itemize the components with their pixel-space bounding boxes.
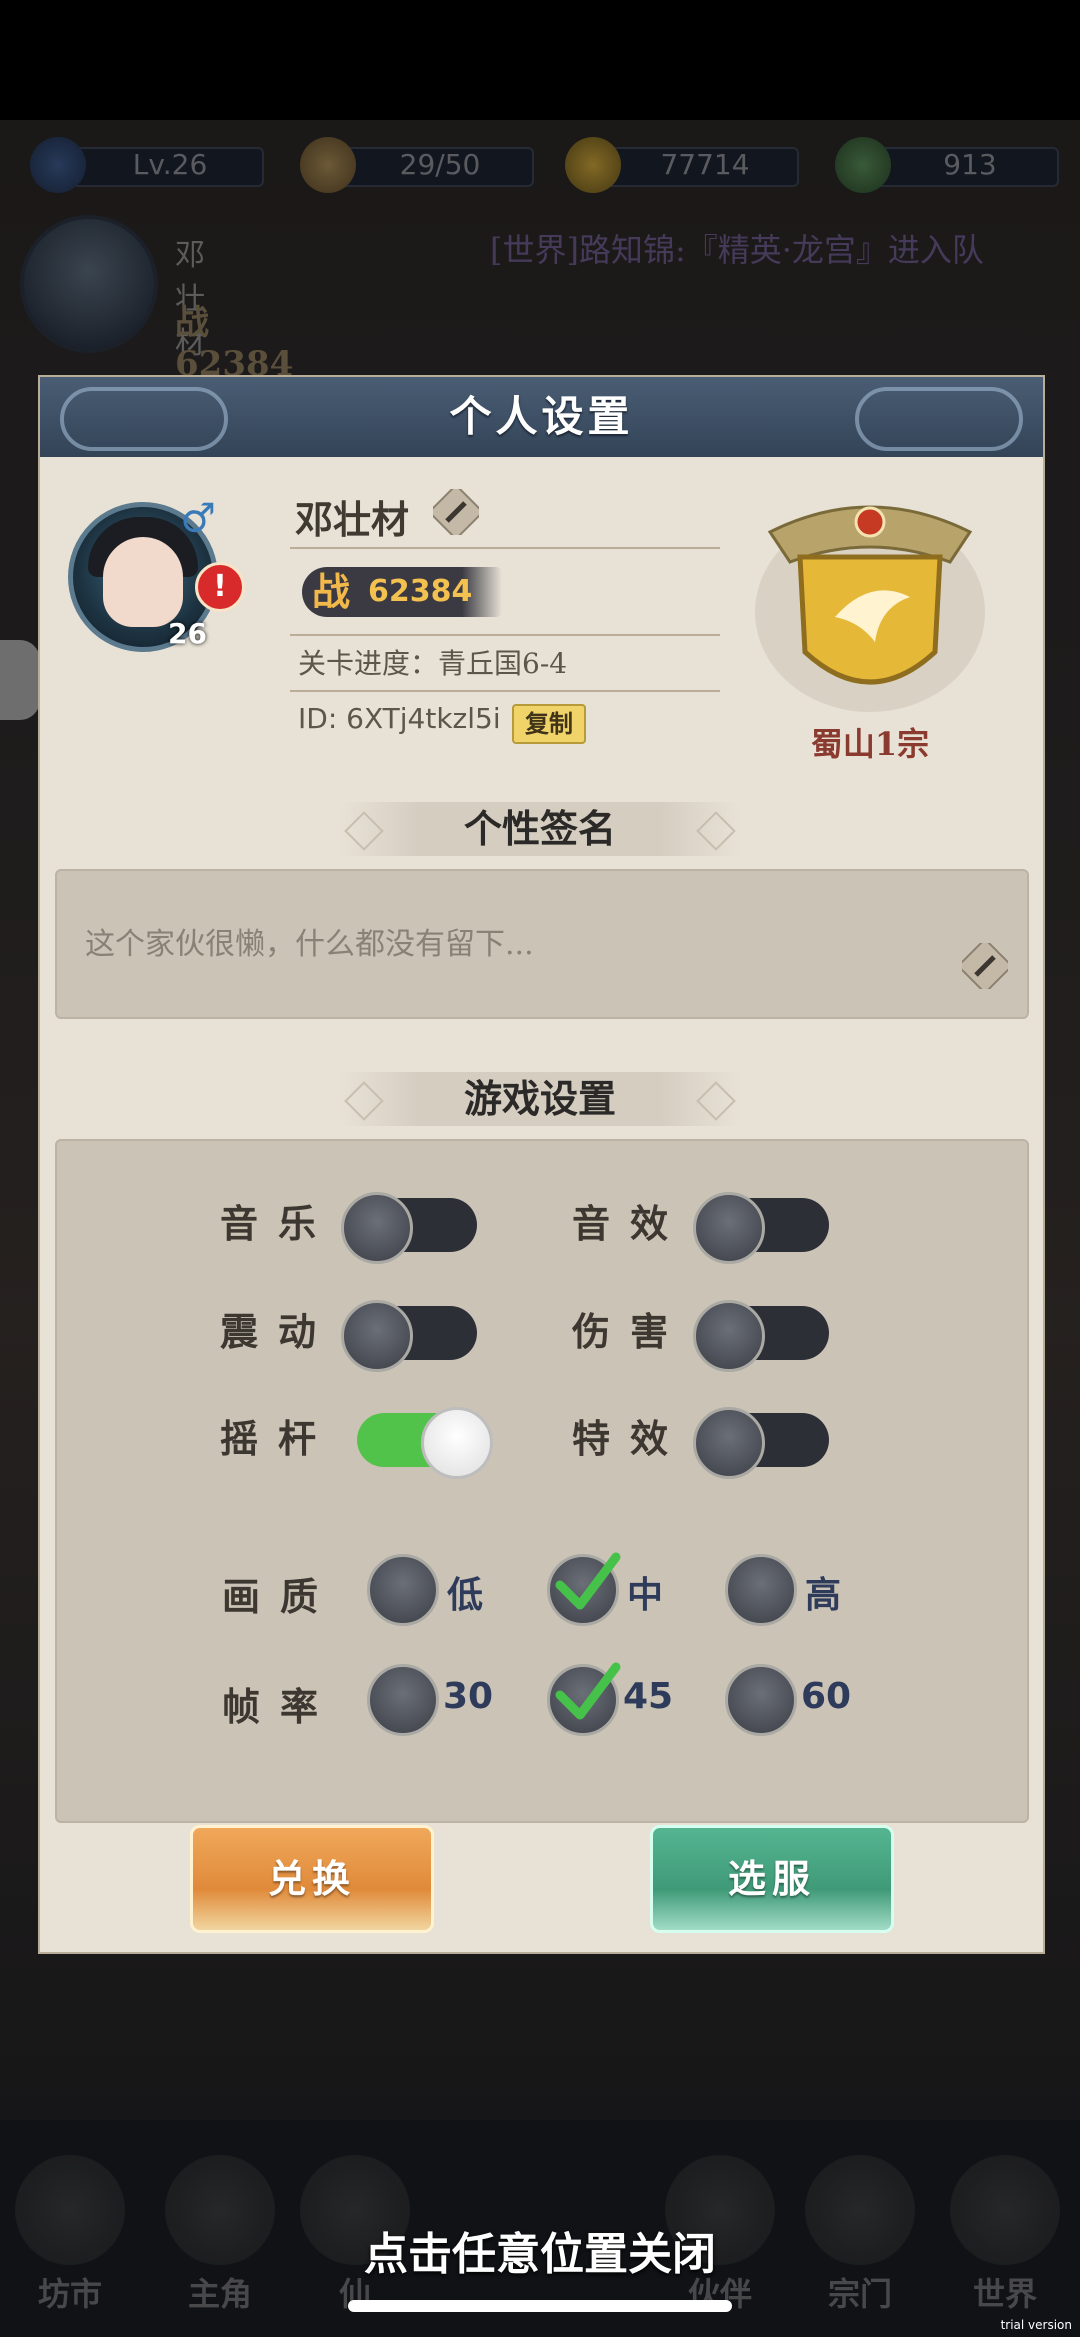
home-indicator[interactable] [348,2300,732,2312]
quality-high-radio[interactable] [725,1554,797,1626]
quality-mid-radio[interactable] [547,1552,621,1626]
framerate-label: 帧率 [222,1684,339,1729]
music-toggle[interactable] [341,1192,477,1264]
sound-effects-toggle[interactable] [693,1192,829,1264]
framerate-60-radio[interactable] [725,1664,797,1736]
copy-id-button[interactable]: 复制 [512,704,586,744]
quality-label: 画质 [222,1574,339,1619]
checkmark-icon [555,1552,621,1610]
edit-signature-icon[interactable] [962,943,1008,989]
vibration-label: 震动 [220,1309,337,1354]
player-name: 邓壮材 [295,497,410,542]
game-settings-section-title: 游戏设置 [340,1072,740,1126]
close-hint[interactable]: 点击任意位置关闭 [0,2218,1080,2282]
male-icon: ♂ [180,495,216,542]
sound-effects-label: 音效 [572,1201,689,1246]
music-label: 音乐 [220,1201,337,1246]
game-settings-box: 音乐 音效 震动 伤害 摇杆 特效 画质 低 中 高 帧率 30 45 60 [55,1139,1029,1823]
power-value: 62384 [368,574,473,609]
stage-progress: 关卡进度：青丘国6-4 [298,647,568,680]
sect-emblem-icon[interactable] [750,482,990,722]
alert-badge-icon: ! [195,562,245,612]
joystick-toggle[interactable] [357,1407,493,1479]
signature-section-title: 个性签名 [340,802,740,856]
select-server-button[interactable]: 选服 [650,1825,894,1933]
joystick-label: 摇杆 [220,1416,337,1461]
framerate-45-radio[interactable] [547,1662,621,1736]
damage-label: 伤害 [572,1309,689,1354]
trial-version-label: trial version [1000,2318,1072,2332]
framerate-30-radio[interactable] [367,1664,439,1736]
quality-low-radio[interactable] [367,1554,439,1626]
modal-title: 个人设置 [449,392,634,441]
signature-text: 这个家伙很懒，什么都没有留下... [85,927,534,962]
edit-name-icon[interactable] [433,489,479,535]
exchange-button[interactable]: 兑换 [190,1825,434,1933]
special-effects-label: 特效 [572,1416,689,1461]
signature-box[interactable]: 这个家伙很懒，什么都没有留下... [55,869,1029,1019]
modal-header: 个人设置 [40,377,1043,457]
special-effects-toggle[interactable] [693,1407,829,1479]
checkmark-icon [555,1662,621,1720]
level-badge: 26 [168,617,207,650]
player-id: ID: 6XTj4tkzl5i [298,702,501,735]
sect-name[interactable]: 蜀山1宗 [740,719,1000,765]
damage-toggle[interactable] [693,1300,829,1372]
personal-settings-modal: 个人设置 ♂ ! 26 邓壮材 战 62384 关卡进度：青丘国6-4 ID: … [38,375,1045,1954]
vibration-toggle[interactable] [341,1300,477,1372]
